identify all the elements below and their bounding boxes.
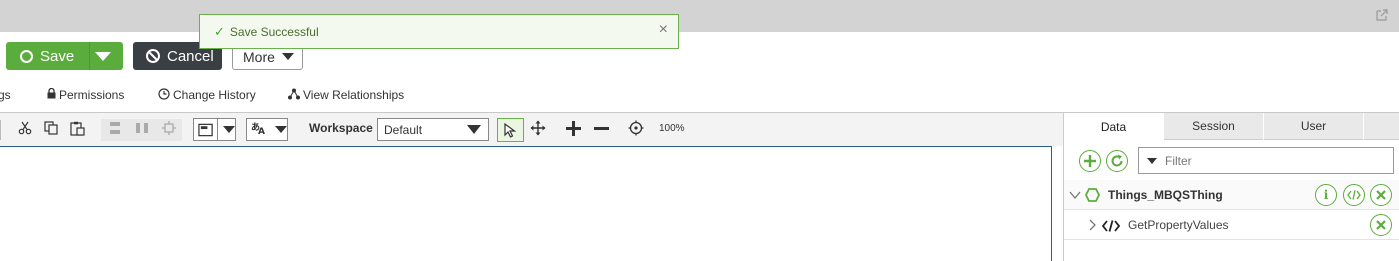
tab-permissions[interactable]: Permissions [47,87,124,103]
close-icon [1376,190,1386,200]
select-tool-button[interactable] [497,118,524,142]
more-label: More [243,48,275,65]
filter-placeholder: Filter [1165,153,1192,168]
remove-service-button[interactable] [1370,214,1392,236]
split-vertical-icon [135,121,149,138]
tab-user[interactable]: User [1264,113,1363,140]
pointer-icon [504,123,517,138]
builder-toolbar: あA Workspace Default 100% [0,113,1063,146]
move-icon[interactable] [530,120,546,139]
save-label: Save [40,47,75,65]
dropdown-divider [217,119,218,140]
checkmark-icon: ✓ [214,23,225,39]
tab-label: gs [0,88,11,102]
tab-label: Permissions [59,88,125,102]
zoom-out-icon[interactable] [593,120,610,140]
tab-label: Data [1100,119,1127,134]
zoom-in-icon[interactable] [565,120,582,140]
info-button[interactable]: i [1315,184,1337,206]
tab-label: User [1300,119,1327,133]
tab-label: Session [1192,119,1235,133]
layout-icon [198,123,213,136]
service-row[interactable]: GetPropertyValues [1064,210,1399,240]
service-name: GetPropertyValues [1128,218,1229,232]
localization-dropdown[interactable]: あA [246,118,288,141]
paste-icon[interactable] [70,121,85,139]
toolbar-divider [0,120,1,140]
add-data-button[interactable] [1079,150,1101,172]
code-button[interactable] [1343,184,1365,206]
info-icon: i [1323,188,1329,202]
layout-dropdown[interactable] [193,118,236,141]
thing-icon [1085,188,1100,202]
cut-icon[interactable] [18,121,32,138]
refresh-icon [1111,154,1123,167]
chevron-down-icon [467,125,481,134]
save-divider [89,42,90,70]
tab-data[interactable]: Data [1064,113,1163,140]
thing-name: Things_MBQSThing [1108,188,1223,202]
service-icon [1102,220,1120,232]
tab-session[interactable]: Session [1164,113,1263,140]
copy-icon[interactable] [44,121,58,138]
thing-row[interactable]: Things_MBQSThing i [1064,180,1399,210]
code-icon [1347,190,1361,200]
tab-label: Change History [173,88,256,102]
tab-settings[interactable]: gs [0,87,11,103]
zoom-level: 100% [659,123,685,134]
lock-icon [47,87,56,102]
save-success-toast: ✓ Save Successful × [199,14,679,49]
close-icon[interactable]: × [659,21,668,39]
data-panel: Data Session User Filter Things_MBQSThin… [1063,113,1399,261]
chevron-down-icon [275,126,287,133]
zoom-reset-icon[interactable] [628,120,644,139]
popout-icon[interactable] [1375,8,1389,22]
relationships-icon [288,88,300,103]
save-button[interactable]: Save [6,42,123,70]
tab-change-history[interactable]: Change History [158,87,256,103]
workspace-label: Workspace [309,121,373,135]
translate-icon: あA [251,121,267,138]
tab-view-relationships[interactable]: View Relationships [288,87,404,103]
position-icon [162,121,176,138]
svg-text:A: A [258,127,265,135]
mashup-canvas[interactable] [0,146,1052,261]
clock-icon [158,87,170,103]
refresh-button[interactable] [1106,150,1128,172]
chevron-down-icon [223,126,235,133]
chevron-down-icon[interactable] [1069,190,1081,200]
close-icon [1376,220,1386,230]
toast-message: Save Successful [229,24,319,39]
cancel-label: Cancel [167,47,214,65]
plus-icon [1084,155,1096,167]
tab-strip-filler [1364,113,1399,140]
save-circle-icon [20,49,33,63]
filter-input[interactable]: Filter [1138,147,1394,174]
workspace-value: Default [384,122,423,137]
chevron-down-icon[interactable] [95,51,111,61]
remove-thing-button[interactable] [1370,184,1392,206]
workspace-select[interactable]: Default [377,118,489,141]
chevron-right-icon[interactable] [1088,219,1096,231]
filter-icon [1147,157,1157,164]
split-horizontal-icon [108,121,122,138]
tab-label: View Relationships [303,88,405,102]
ban-icon [146,49,160,63]
chevron-down-icon [281,53,294,60]
